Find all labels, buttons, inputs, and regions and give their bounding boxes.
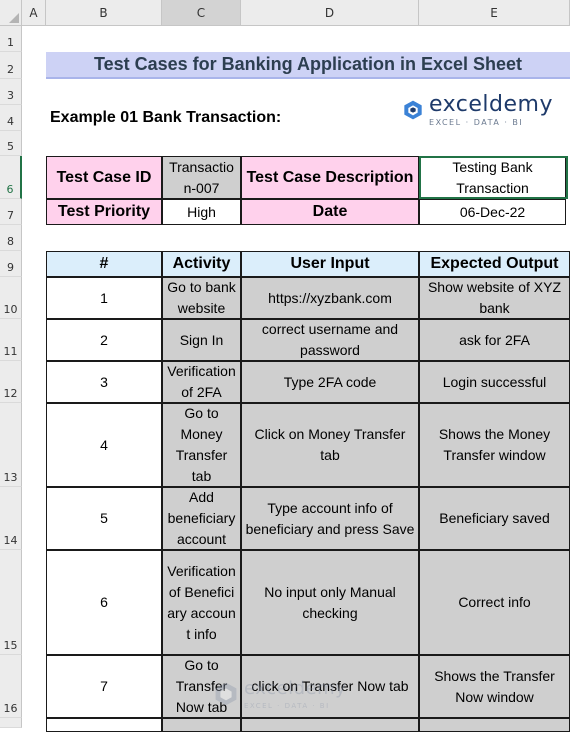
table-header-activity: Activity — [162, 251, 241, 277]
exceldemy-watermark-icon — [215, 682, 237, 706]
active-cell-outline — [419, 156, 568, 199]
watermark-tagline: EXCEL · DATA · BI — [244, 702, 330, 710]
row-header-2[interactable]: 2 — [0, 52, 22, 79]
column-header-a[interactable]: A — [22, 0, 46, 26]
row-header-10[interactable]: 10 — [0, 277, 22, 319]
test-case-id-value[interactable]: Transaction-007 — [162, 156, 241, 199]
row-header-16[interactable]: 16 — [0, 655, 22, 718]
row-header-9[interactable]: 9 — [0, 251, 22, 277]
date-value[interactable]: 06-Dec-22 — [419, 199, 566, 225]
column-header-c[interactable]: C — [162, 0, 241, 26]
table-cell-number[interactable] — [46, 718, 162, 732]
sheet-title: Test Cases for Banking Application in Ex… — [46, 52, 570, 79]
table-cell-expected-output[interactable]: Beneficiary saved — [419, 487, 570, 550]
column-header-d[interactable]: D — [241, 0, 419, 26]
table-cell-user-input[interactable]: correct username and password — [241, 319, 419, 361]
table-cell-number[interactable]: 5 — [46, 487, 162, 550]
table-cell-user-input[interactable]: Click on Money Transfer tab — [241, 403, 419, 487]
select-all-corner[interactable] — [0, 0, 22, 26]
table-header-user-input: User Input — [241, 251, 419, 277]
table-cell-activity[interactable]: Verification of 2FA — [162, 361, 241, 403]
table-cell-user-input[interactable]: Type account info of beneficiary and pre… — [241, 487, 419, 550]
logo-name: exceldemy — [429, 91, 553, 117]
exceldemy-watermark: exceldemy EXCEL · DATA · BI — [214, 678, 346, 710]
table-cell-number[interactable]: 1 — [46, 277, 162, 319]
table-cell-activity[interactable]: Go to Money Transfer tab — [162, 403, 241, 487]
row-header-15[interactable]: 15 — [0, 550, 22, 655]
table-cell-number[interactable]: 4 — [46, 403, 162, 487]
row-header-4[interactable]: 4 — [0, 105, 22, 131]
table-cell-expected-output[interactable]: Shows the Money Transfer window — [419, 403, 570, 487]
table-header-number: # — [46, 251, 162, 277]
table-cell-expected-output[interactable] — [419, 718, 570, 732]
exceldemy-logo: exceldemy EXCEL · DATA · BI — [403, 90, 553, 130]
row-header-8[interactable]: 8 — [0, 225, 22, 251]
test-case-id-label: Test Case ID — [46, 156, 162, 199]
row-header-11[interactable]: 11 — [0, 319, 22, 361]
table-cell-expected-output[interactable]: ask for 2FA — [419, 319, 570, 361]
example-heading: Example 01 Bank Transaction: — [50, 109, 282, 126]
table-cell-activity[interactable]: Go to bank website — [162, 277, 241, 319]
test-priority-label: Test Priority — [46, 199, 162, 225]
row-header-6[interactable]: 6 — [0, 156, 22, 199]
table-cell-user-input[interactable]: https://xyzbank.com — [241, 277, 419, 319]
row-header-5[interactable]: 5 — [0, 131, 22, 156]
table-cell-activity[interactable]: Sign In — [162, 319, 241, 361]
row-header-17[interactable] — [0, 718, 22, 728]
logo-tagline: EXCEL · DATA · BI — [429, 117, 524, 127]
watermark-name: exceldemy — [244, 678, 347, 699]
row-header-3[interactable]: 3 — [0, 79, 22, 105]
table-cell-number[interactable]: 6 — [46, 550, 162, 655]
table-cell-activity[interactable] — [162, 718, 241, 732]
row-header-1[interactable]: 1 — [0, 26, 22, 52]
table-cell-activity[interactable]: Add beneficiary account — [162, 487, 241, 550]
table-cell-user-input[interactable]: Type 2FA code — [241, 361, 419, 403]
table-cell-expected-output[interactable]: Login successful — [419, 361, 570, 403]
row-header-14[interactable]: 14 — [0, 487, 22, 550]
table-cell-user-input[interactable]: No input only Manual checking — [241, 550, 419, 655]
exceldemy-logo-icon — [404, 100, 422, 120]
table-cell-number[interactable]: 2 — [46, 319, 162, 361]
row-header-13[interactable]: 13 — [0, 403, 22, 487]
column-header-e[interactable]: E — [419, 0, 570, 26]
table-cell-number[interactable]: 3 — [46, 361, 162, 403]
test-priority-value[interactable]: High — [162, 199, 241, 225]
table-cell-expected-output[interactable]: Shows the Transfer Now window — [419, 655, 570, 718]
row-header-7[interactable]: 7 — [0, 199, 22, 225]
table-cell-activity[interactable]: Verification of Beneficiary account info — [162, 550, 241, 655]
table-header-expected-output: Expected Output — [419, 251, 570, 277]
table-cell-number[interactable]: 7 — [46, 655, 162, 718]
table-cell-expected-output[interactable]: Show website of XYZ bank — [419, 277, 570, 319]
test-case-description-label: Test Case Description — [241, 156, 419, 199]
column-header-b[interactable]: B — [46, 0, 162, 26]
table-cell-user-input[interactable] — [241, 718, 419, 732]
row-header-12[interactable]: 12 — [0, 361, 22, 403]
date-label: Date — [241, 199, 419, 225]
table-cell-expected-output[interactable]: Correct info — [419, 550, 570, 655]
